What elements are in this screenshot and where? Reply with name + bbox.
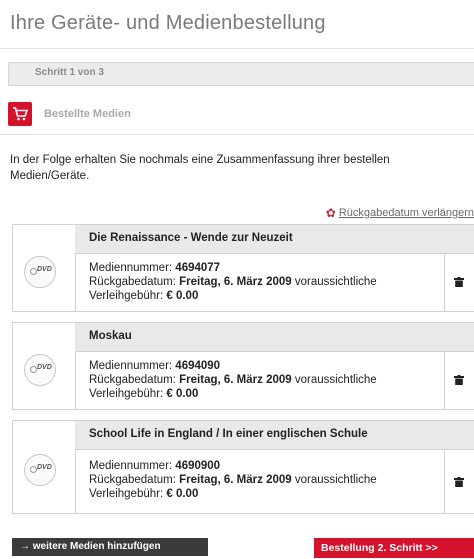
section-divider: [0, 134, 474, 135]
trash-icon[interactable]: [454, 477, 464, 487]
next-step-label: Bestellung 2. Schritt >>: [321, 542, 438, 554]
media-thumbnail: DVD: [13, 225, 76, 311]
add-more-media-label: → weitere Medien hinzufügen: [20, 541, 161, 552]
item-details: Mediennummer: 4694077 Rückgabedatum: Fre…: [89, 262, 377, 302]
item-title-row: School Life in England / In einer englis…: [75, 421, 474, 450]
list-item: DVD Moskau Mediennummer: 4694090 Rückgab…: [12, 322, 474, 410]
extend-return-date-link[interactable]: ✿ Rückgabedatum verlängern: [326, 206, 474, 220]
intro-text: In der Folge erhalten Sie nochmals eine …: [10, 154, 390, 182]
dvd-icon: DVD: [24, 454, 56, 486]
page-title: Ihre Geräte- und Medienbestellung: [10, 12, 326, 34]
shopping-cart-icon: [8, 102, 32, 126]
media-number: 4694090: [175, 360, 221, 372]
delete-cell: [444, 449, 474, 513]
media-number: 4690900: [175, 460, 221, 472]
delete-cell: [444, 351, 474, 409]
return-date: Freitag, 6. März 2009: [179, 474, 292, 486]
media-number: 4694077: [175, 262, 221, 274]
item-title: Die Renaissance - Wende zur Neuzeit: [89, 232, 293, 244]
step-label: Schritt 1 von 3: [35, 67, 104, 78]
title-divider: [0, 48, 474, 49]
extend-link-label: Rückgabedatum verlängern: [338, 207, 474, 219]
item-title-row: Moskau: [75, 323, 474, 352]
return-date: Freitag, 6. März 2009: [179, 374, 292, 386]
add-more-media-button[interactable]: → weitere Medien hinzufügen: [12, 538, 208, 556]
page: Ihre Geräte- und Medienbestellung Schrit…: [0, 0, 474, 559]
item-title-row: Die Renaissance - Wende zur Neuzeit: [75, 225, 474, 254]
list-item: DVD Die Renaissance - Wende zur Neuzeit …: [12, 224, 474, 312]
media-thumbnail: DVD: [13, 421, 76, 513]
section-title: Bestellte Medien: [44, 108, 131, 120]
item-details: Mediennummer: 4690900 Rückgabedatum: Fre…: [89, 460, 377, 500]
fee: € 0.00: [166, 488, 199, 500]
gear-icon: ✿: [325, 206, 336, 220]
fee: € 0.00: [166, 388, 199, 400]
fee: € 0.00: [166, 290, 199, 302]
next-step-button[interactable]: Bestellung 2. Schritt >>: [314, 538, 474, 558]
item-title: Moskau: [89, 330, 132, 342]
step-indicator: Schritt 1 von 3: [8, 62, 474, 86]
trash-icon[interactable]: [454, 375, 464, 385]
item-details: Mediennummer: 4694090 Rückgabedatum: Fre…: [89, 360, 377, 400]
delete-cell: [444, 253, 474, 311]
trash-icon[interactable]: [454, 277, 464, 287]
dvd-icon: DVD: [24, 354, 56, 386]
return-date: Freitag, 6. März 2009: [179, 276, 292, 288]
item-title: School Life in England / In einer englis…: [89, 428, 368, 440]
section-header: Bestellte Medien: [8, 100, 474, 130]
dvd-icon: DVD: [24, 256, 56, 288]
list-item: DVD School Life in England / In einer en…: [12, 420, 474, 514]
media-thumbnail: DVD: [13, 323, 76, 409]
